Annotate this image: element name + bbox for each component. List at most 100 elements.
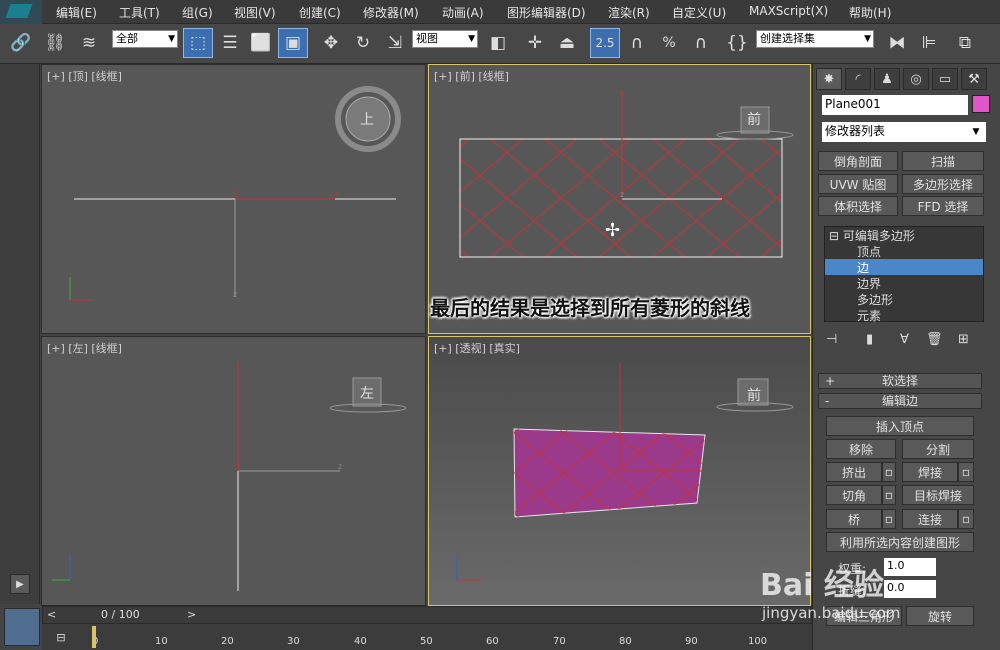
- menu-animation[interactable]: 动画(A): [442, 4, 484, 21]
- split-button[interactable]: 分割: [902, 439, 974, 459]
- rect-selection-icon[interactable]: ⬜: [246, 28, 276, 58]
- time-cursor[interactable]: [92, 626, 96, 648]
- menu-customize[interactable]: 自定义(U): [672, 4, 726, 21]
- align-icon[interactable]: ⊫: [914, 28, 944, 58]
- menu-create[interactable]: 创建(C): [299, 4, 341, 21]
- menu-help[interactable]: 帮助(H): [849, 4, 891, 21]
- scale-icon[interactable]: ⇲: [380, 28, 410, 58]
- chamfer-settings-icon[interactable]: ▫: [882, 485, 896, 505]
- object-color-swatch[interactable]: [972, 95, 990, 113]
- menu-maxscript[interactable]: MAXScript(X): [749, 4, 828, 18]
- stack-item-border[interactable]: 边界: [825, 275, 983, 291]
- modifier-list-dropdown[interactable]: 修改器列表: [822, 122, 986, 142]
- select-object-icon[interactable]: ⬚: [183, 28, 213, 58]
- menu-graph-editors[interactable]: 图形编辑器(D): [507, 4, 586, 21]
- uvw-map-button[interactable]: UVW 贴图: [818, 174, 898, 194]
- create-tab-icon[interactable]: ✸: [816, 68, 842, 90]
- display-tab-icon[interactable]: ▭: [932, 68, 958, 90]
- vol-select-button[interactable]: 体积选择: [818, 196, 898, 216]
- time-slider[interactable]: < 0 / 100 >: [42, 606, 812, 624]
- select-manipulate-icon[interactable]: ✛: [520, 28, 550, 58]
- weight-input[interactable]: 1.0: [884, 558, 936, 576]
- percent-snap-icon[interactable]: %: [654, 28, 684, 58]
- motion-tab-icon[interactable]: ◎: [903, 68, 929, 90]
- sweep-button[interactable]: 扫描: [902, 151, 984, 171]
- extrude-settings-icon[interactable]: ▫: [882, 462, 896, 482]
- viewport-top[interactable]: [+] [顶] [线框] y x z 上: [41, 64, 426, 334]
- poly-select-button[interactable]: 多边形选择: [902, 174, 984, 194]
- menu-edit[interactable]: 编辑(E): [56, 4, 97, 21]
- crease-input[interactable]: 0.0: [884, 580, 936, 598]
- hierarchy-tab-icon[interactable]: ♟: [874, 68, 900, 90]
- named-selection-dropdown[interactable]: 创建选择集: [756, 30, 874, 48]
- modifier-list-chevron-icon[interactable]: ▼: [968, 123, 984, 141]
- stack-item-edge[interactable]: 边: [825, 259, 983, 275]
- keyboard-shortcut-icon[interactable]: ⏏: [552, 28, 582, 58]
- viewcube-left-label[interactable]: 左: [360, 383, 374, 403]
- viewcube-front-label[interactable]: 前: [747, 109, 761, 129]
- angle-snap-icon[interactable]: ∩: [622, 28, 652, 58]
- stack-item-polygon[interactable]: 多边形: [825, 291, 983, 307]
- weld-settings-icon[interactable]: ▫: [958, 462, 974, 482]
- window-crossing-icon[interactable]: ▣: [278, 28, 308, 58]
- chamfer-button[interactable]: 切角: [826, 485, 882, 505]
- configure-sets-icon[interactable]: ⊞: [958, 332, 969, 347]
- make-unique-icon[interactable]: ∀: [900, 332, 909, 347]
- ref-coord-dropdown[interactable]: 视图: [412, 30, 478, 48]
- bridge-settings-icon[interactable]: ▫: [882, 509, 896, 529]
- viewcube-top-label[interactable]: 上: [360, 109, 374, 129]
- time-prev-button[interactable]: <: [47, 608, 56, 621]
- viewcube-persp-label[interactable]: 前: [747, 385, 761, 405]
- rotate-icon[interactable]: ↻: [348, 28, 378, 58]
- layer-manager-icon[interactable]: ⧉: [950, 28, 980, 58]
- bevel-profile-button[interactable]: 倒角剖面: [818, 151, 898, 171]
- mini-curve-editor-icon[interactable]: ⊟: [50, 628, 72, 646]
- unlink-icon[interactable]: ⛓: [40, 28, 70, 58]
- menu-modifiers[interactable]: 修改器(M): [363, 4, 419, 21]
- edit-edges-rollout[interactable]: - 编辑边: [818, 393, 982, 409]
- connect-settings-icon[interactable]: ▫: [958, 509, 974, 529]
- menu-tools[interactable]: 工具(T): [119, 4, 160, 21]
- mirror-icon[interactable]: ⧓: [882, 28, 912, 58]
- object-name-field[interactable]: Plane001: [822, 95, 968, 115]
- soft-selection-rollout[interactable]: + 软选择: [818, 373, 982, 389]
- bind-spacewarp-icon[interactable]: ≋: [74, 28, 104, 58]
- expand-arrow-icon[interactable]: ▶: [10, 574, 30, 594]
- time-frame-label[interactable]: 0 / 100: [101, 608, 140, 621]
- stack-item-vertex[interactable]: 顶点: [825, 243, 983, 259]
- insert-vertex-button[interactable]: 插入顶点: [826, 416, 974, 436]
- create-shape-button[interactable]: 利用所选内容创建图形: [826, 532, 974, 552]
- extrude-button[interactable]: 挤出: [826, 462, 882, 482]
- viewport-perspective[interactable]: [+] [透视] [真实] 前: [428, 336, 811, 606]
- menu-rendering[interactable]: 渲染(R): [608, 4, 650, 21]
- select-by-name-icon[interactable]: ☰: [215, 28, 245, 58]
- ffd-select-button[interactable]: FFD 选择: [902, 196, 984, 216]
- selection-filter-dropdown[interactable]: 全部: [112, 30, 178, 48]
- pivot-icon[interactable]: ◧: [483, 28, 513, 58]
- spinner-snap-icon[interactable]: ∩: [686, 28, 716, 58]
- track-bar[interactable]: ⊟ 0 10 20 30 40 50 60 70 80 90 100: [42, 624, 812, 650]
- move-icon[interactable]: ✥: [316, 28, 346, 58]
- snap-toggle-icon[interactable]: 2.5: [590, 28, 620, 58]
- time-next-button[interactable]: >: [187, 608, 196, 621]
- app-logo[interactable]: [0, 0, 42, 24]
- remove-button[interactable]: 移除: [826, 439, 896, 459]
- remove-modifier-icon[interactable]: 🗑: [926, 332, 943, 347]
- stack-item-element[interactable]: 元素: [825, 307, 983, 323]
- show-end-result-icon[interactable]: ▮: [866, 332, 873, 347]
- edit-named-selection-icon[interactable]: {}: [722, 28, 752, 58]
- bridge-button[interactable]: 桥: [826, 509, 882, 529]
- weld-button[interactable]: 焊接: [902, 462, 958, 482]
- pin-stack-icon[interactable]: ⊣: [826, 332, 837, 347]
- stack-root-item[interactable]: ⊟ 可编辑多边形: [825, 227, 983, 243]
- turn-button[interactable]: 旋转: [906, 606, 974, 626]
- utilities-tab-icon[interactable]: ⚒: [961, 68, 987, 90]
- menu-view[interactable]: 视图(V): [234, 4, 276, 21]
- modify-tab-icon[interactable]: ◜: [845, 68, 871, 90]
- menu-group[interactable]: 组(G): [182, 4, 213, 21]
- target-weld-button[interactable]: 目标焊接: [902, 485, 974, 505]
- viewport-left[interactable]: [+] [左] [线框] x z 左: [41, 336, 426, 606]
- viewport-layout-icon[interactable]: [4, 608, 40, 646]
- connect-button[interactable]: 连接: [902, 509, 958, 529]
- link-icon[interactable]: 🔗: [6, 28, 36, 58]
